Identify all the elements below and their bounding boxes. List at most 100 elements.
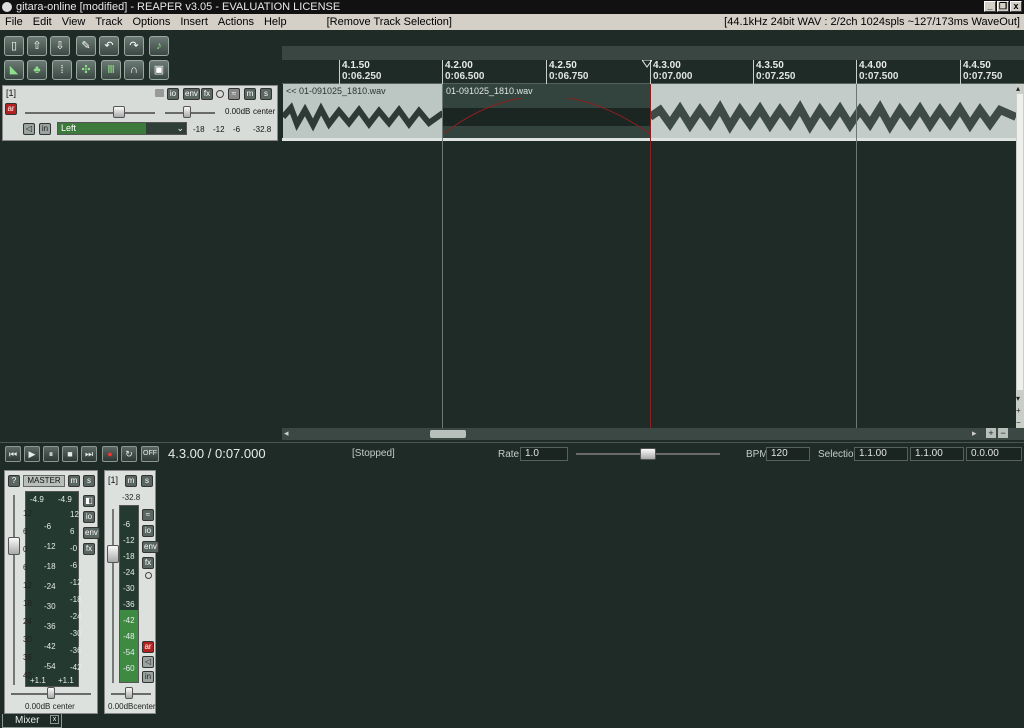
vertical-scroll-thumb[interactable] <box>1017 94 1023 390</box>
lock-icon[interactable]: ▣ <box>149 60 169 80</box>
envelope-icon[interactable]: ◣ <box>4 60 24 80</box>
master-help-button[interactable]: ? <box>8 475 20 487</box>
bpm-field[interactable]: 120 <box>766 447 810 461</box>
pause-icon[interactable]: ⏸ <box>43 446 59 462</box>
menu-insert[interactable]: Insert <box>175 14 213 30</box>
region-lane[interactable] <box>282 46 1024 60</box>
go-to-start-icon[interactable]: ⏮ <box>5 446 21 462</box>
menu-file[interactable]: File <box>0 14 28 30</box>
snap-icon[interactable]: ✣ <box>76 60 96 80</box>
horizontal-scroll-thumb[interactable] <box>430 430 466 438</box>
track1-strip[interactable]: [1] m s -32.8 -6 -12 -18 -24 -30 -36 -42… <box>104 470 159 714</box>
track1-pan-knob[interactable] <box>125 687 133 699</box>
rate-field[interactable]: 1.0 <box>520 447 568 461</box>
metronome-icon[interactable]: ♪ <box>149 36 169 56</box>
master-strip[interactable]: ? MASTER m s -4.9 -4.9 -6 -12 -18 -24 -3… <box>4 470 100 714</box>
input-select[interactable]: Left ⌄ <box>57 122 187 135</box>
record-arm-button[interactable]: ar <box>5 103 17 115</box>
undo-icon[interactable]: ↶ <box>99 36 119 56</box>
item-lock-icon[interactable]: Ⅲ <box>101 60 121 80</box>
timeline-ruler[interactable]: 4.1.50 0:06.250 4.2.00 0:06.500 4.2.50 0:06… <box>282 60 1024 84</box>
record-mode-icon[interactable]: ◁ <box>23 123 35 135</box>
menu-track[interactable]: Track <box>90 14 127 30</box>
track1-phase-icon[interactable] <box>145 572 152 579</box>
track1-arm-button[interactable]: ar <box>142 641 154 653</box>
media-item[interactable] <box>650 84 1016 138</box>
master-fader-track[interactable] <box>13 495 15 685</box>
track1-fader-knob[interactable] <box>107 545 119 563</box>
track1-fx-button[interactable]: fx <box>142 557 154 569</box>
scroll-up-icon[interactable]: ▴ <box>1016 84 1020 93</box>
minimize-button[interactable]: _ <box>984 1 996 12</box>
master-fader-knob[interactable] <box>8 537 20 555</box>
media-item-selected[interactable]: 01-091025_1810.wav <box>443 84 650 138</box>
volume-slider-track[interactable] <box>25 112 155 114</box>
remove-track-selection[interactable]: [Remove Track Selection] <box>322 14 457 30</box>
ripple-icon[interactable]: ♣ <box>27 60 47 80</box>
record-icon[interactable]: ● <box>102 446 118 462</box>
close-icon[interactable]: x <box>50 715 59 724</box>
loop-icon[interactable]: ∩ <box>124 60 144 80</box>
pan-slider-knob[interactable] <box>183 106 191 118</box>
menu-help[interactable]: Help <box>259 14 292 30</box>
rate-slider-knob[interactable] <box>640 448 656 460</box>
vzoom-out-icon[interactable]: − <box>1016 418 1021 427</box>
track1-fader-track[interactable] <box>112 509 114 683</box>
open-project-icon[interactable]: ⇧ <box>27 36 47 56</box>
mute-button[interactable]: m <box>244 88 256 100</box>
vertical-scrollbar[interactable]: ▴ ▾ + − <box>1016 84 1024 428</box>
fx-button[interactable]: fx <box>201 88 213 100</box>
vzoom-in-icon[interactable]: + <box>1016 406 1021 415</box>
play-icon[interactable]: ▶ <box>24 446 40 462</box>
master-mute-button[interactable]: m <box>68 475 80 487</box>
io-button[interactable]: io <box>167 88 179 100</box>
zoom-in-icon[interactable]: + <box>986 428 996 438</box>
track1-mute-button[interactable]: m <box>125 475 137 487</box>
monitor-icon[interactable]: ≈ <box>228 88 240 100</box>
selection-length-field[interactable]: 0.0.00 <box>966 447 1022 461</box>
selection-start-field[interactable]: 1.1.00 <box>854 447 908 461</box>
env-button[interactable]: env <box>183 88 200 100</box>
track1-env-button[interactable]: env <box>142 541 159 553</box>
input-monitor-button[interactable]: in <box>39 123 51 135</box>
track1-record-mode-icon[interactable]: ◁ <box>142 656 154 668</box>
arrange-view[interactable]: << 01-091025_1810.wav 01-091025_1810.wav <box>282 84 1016 428</box>
wrench-icon[interactable]: ✎ <box>76 36 96 56</box>
track1-io-button[interactable]: io <box>142 525 154 537</box>
menu-options[interactable]: Options <box>127 14 175 30</box>
selection-end-field[interactable]: 1.1.00 <box>910 447 964 461</box>
zoom-out-icon[interactable]: − <box>998 428 1008 438</box>
volume-slider-knob[interactable] <box>113 106 125 118</box>
stop-icon[interactable]: ■ <box>62 446 78 462</box>
track-control-panel[interactable]: [1] ar 0.00dB center io env fx ≈ m s ◁ i… <box>2 85 278 141</box>
save-project-icon[interactable]: ⇩ <box>50 36 70 56</box>
track1-monitor-icon[interactable]: ≈ <box>142 509 154 521</box>
grid-icon[interactable]: ⁞ <box>52 60 72 80</box>
solo-button[interactable]: s <box>260 88 272 100</box>
master-solo-button[interactable]: s <box>83 475 95 487</box>
scroll-down-icon[interactable]: ▾ <box>1016 394 1020 403</box>
redo-icon[interactable]: ↷ <box>124 36 144 56</box>
repeat-icon[interactable]: ↻ <box>121 446 137 462</box>
menu-edit[interactable]: Edit <box>28 14 57 30</box>
track1-solo-button[interactable]: s <box>141 475 153 487</box>
maximize-button[interactable]: ❐ <box>997 1 1009 12</box>
scroll-left-icon[interactable]: ◂ <box>284 428 289 439</box>
horizontal-scrollbar[interactable]: ◂ ▸ + − <box>282 428 1024 440</box>
menu-view[interactable]: View <box>57 14 91 30</box>
track1-input-monitor-button[interactable]: in <box>142 671 154 683</box>
edit-cursor-marker-icon[interactable] <box>642 60 652 68</box>
menu-actions[interactable]: Actions <box>213 14 259 30</box>
media-item[interactable]: << 01-091025_1810.wav <box>283 84 443 138</box>
scroll-right-icon[interactable]: ▸ <box>972 428 977 439</box>
go-to-end-icon[interactable]: ⏭ <box>81 446 97 462</box>
mixer-tab[interactable]: Mixer x <box>2 714 62 728</box>
master-env-button[interactable]: env <box>83 527 100 539</box>
master-io-button[interactable]: io <box>83 511 95 523</box>
off-button[interactable]: OFF <box>141 446 159 462</box>
phase-icon[interactable] <box>216 90 224 98</box>
master-pan-knob[interactable] <box>47 687 55 699</box>
master-fx-button[interactable]: fx <box>83 543 95 555</box>
close-button[interactable]: x <box>1010 1 1022 12</box>
new-project-icon[interactable]: ▯ <box>4 36 24 56</box>
